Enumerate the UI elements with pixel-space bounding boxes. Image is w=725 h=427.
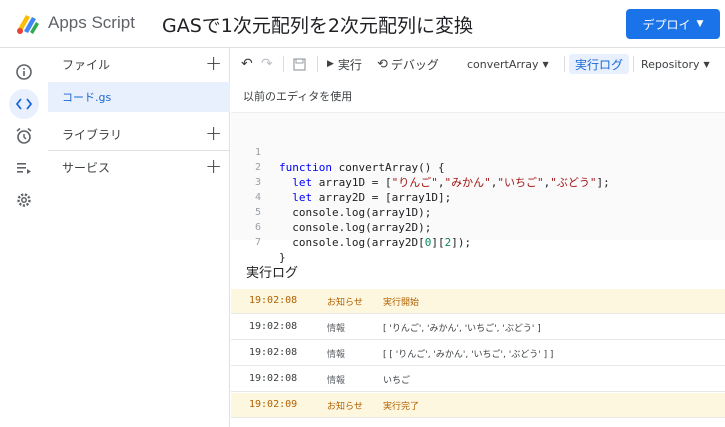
debug-button[interactable]: ⟲ デバッグ (377, 54, 439, 74)
code-line: 1 function convertArray() { (231, 130, 445, 174)
play-icon: ▶ (327, 59, 334, 69)
log-message: いちご (383, 376, 411, 386)
save-icon[interactable] (293, 54, 306, 74)
log-time: 19:02:09 (249, 399, 298, 410)
executions-icon[interactable] (9, 153, 39, 183)
add-file-icon[interactable]: + (205, 52, 222, 74)
chevron-down-icon: ▼ (703, 59, 710, 69)
line-number: 7 (254, 237, 261, 248)
files-label: ファイル (62, 57, 111, 72)
overview-icon[interactable] (9, 57, 39, 87)
log-row: 19:02:08 情報 [ [ 'りんご', 'みかん', 'いちご', 'ぶど… (231, 341, 725, 366)
log-row: 19:02:08 情報 [ 'りんご', 'みかん', 'いちご', 'ぶどう'… (231, 315, 725, 340)
function-select[interactable]: convertArray ▼ (467, 54, 549, 74)
repository-menu[interactable]: Repository ▼ (641, 54, 710, 74)
log-level: 情報 (327, 350, 346, 360)
toolbar-separator (633, 56, 634, 72)
debug-label: デバッグ (390, 57, 439, 72)
code-editor[interactable]: 1 function convertArray() { 2 let array1… (231, 112, 725, 264)
run-label: 実行 (337, 57, 362, 72)
log-time: 19:02:08 (249, 373, 298, 384)
editor-icon[interactable] (9, 89, 39, 119)
libraries-header: ライブラリ + (48, 118, 230, 150)
log-message: 実行開始 (383, 298, 420, 308)
log-time: 19:02:08 (249, 347, 298, 358)
editor-toolbar: ↶ ↷ ▶ 実行 ⟲ デバッグ convertArray ▼ 実行ログ Repo… (231, 48, 725, 80)
code-line: 6 console.log(array2D[0][2]); (231, 205, 471, 249)
log-time: 19:02:08 (249, 321, 298, 332)
function-select-value: convertArray (467, 57, 539, 71)
log-message: 実行完了 (383, 402, 420, 412)
apps-script-logo[interactable] (14, 9, 42, 37)
add-library-icon[interactable]: + (205, 122, 222, 144)
code-line: 4 console.log(array1D); (231, 175, 431, 219)
log-message: [ 'りんご', 'みかん', 'いちご', 'ぶどう' ] (383, 324, 541, 334)
repository-label: Repository (641, 57, 700, 71)
execution-log-title: 実行ログ (246, 266, 299, 281)
code-line: 3 let array2D = [array1D]; (231, 160, 451, 204)
services-header: サービス + (48, 151, 230, 183)
log-row: 19:02:09 お知らせ 実行完了 (231, 393, 725, 418)
debug-icon: ⟲ (377, 56, 388, 72)
log-level: お知らせ (327, 402, 363, 412)
code-line: 2 let array1D = ["りんご","みかん","いちご","ぶどう"… (231, 145, 610, 189)
code-line: 7 } (231, 220, 286, 264)
file-item-code-gs[interactable]: コード.gs (48, 82, 230, 112)
files-header: ファイル + (48, 48, 230, 80)
project-title[interactable]: GASで1次元配列を2次元配列に変換 (162, 11, 473, 38)
chevron-down-icon: ▼ (542, 59, 549, 69)
log-time: 19:02:08 (249, 295, 298, 306)
files-panel: ファイル + コード.gs ライブラリ + サービス + (48, 48, 230, 427)
deploy-label: デプロイ (642, 17, 691, 32)
services-label: サービス (62, 160, 111, 175)
log-level: お知らせ (327, 298, 363, 308)
app-name: Apps Script (48, 13, 135, 32)
add-service-icon[interactable]: + (205, 155, 222, 177)
log-row: 19:02:08 お知らせ 実行開始 (231, 289, 725, 314)
toolbar-separator (283, 56, 284, 72)
top-bar: Apps Script GASで1次元配列を2次元配列に変換 デプロイ ▼ (0, 0, 725, 48)
settings-icon[interactable] (9, 185, 39, 215)
log-row: 19:02:08 情報 いちご (231, 367, 725, 392)
libraries-label: ライブラリ (62, 127, 123, 142)
deploy-button[interactable]: デプロイ ▼ (626, 9, 720, 39)
undo-icon[interactable]: ↶ (241, 54, 253, 74)
use-legacy-editor-link[interactable]: 以前のエディタを使用 (243, 88, 352, 104)
triggers-icon[interactable] (9, 121, 39, 151)
execution-log-toggle[interactable]: 実行ログ (569, 54, 630, 74)
log-level: 情報 (327, 324, 346, 334)
code-line: 5 console.log(array2D); (231, 190, 431, 234)
log-level: 情報 (327, 376, 346, 386)
toolbar-separator (317, 56, 318, 72)
left-rail (0, 48, 48, 427)
log-message: [ [ 'りんご', 'みかん', 'いちご', 'ぶどう' ] ] (383, 350, 554, 360)
toolbar-separator (564, 56, 565, 72)
run-button[interactable]: ▶ 実行 (327, 54, 362, 74)
chevron-down-icon: ▼ (696, 19, 704, 29)
redo-icon[interactable]: ↷ (261, 54, 273, 74)
